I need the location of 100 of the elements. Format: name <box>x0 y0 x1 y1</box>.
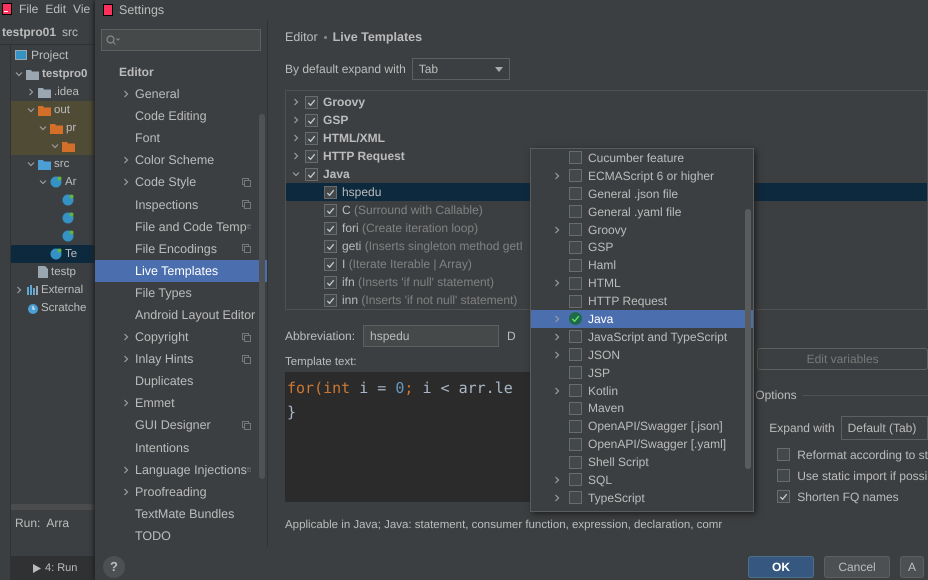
checkbox[interactable] <box>569 240 582 254</box>
context-item[interactable]: General .yaml file <box>588 204 682 219</box>
settings-nav-item[interactable]: Inlay Hints <box>95 348 267 370</box>
tree-item[interactable]: Scratche <box>41 302 86 314</box>
checkbox[interactable] <box>305 168 318 180</box>
checkbox[interactable] <box>569 258 582 272</box>
context-item[interactable]: JSON <box>588 348 620 362</box>
context-item[interactable]: SQL <box>588 472 612 487</box>
checkbox[interactable] <box>569 330 582 344</box>
checkbox[interactable] <box>777 448 790 461</box>
tree-item[interactable]: pr <box>66 122 76 134</box>
chevron-right-icon[interactable] <box>122 355 130 364</box>
tree-item[interactable]: testp <box>51 266 76 278</box>
template-item[interactable]: ifn (Inserts 'if null' statement) <box>342 275 494 289</box>
settings-nav-item[interactable]: Code Editing <box>95 105 267 128</box>
checkbox[interactable] <box>569 438 582 451</box>
tree-item[interactable]: src <box>54 158 70 170</box>
expand-with-dropdown[interactable]: Default (Tab) <box>840 416 928 440</box>
settings-nav-item[interactable]: Color Scheme <box>95 149 267 172</box>
chevron-right-icon[interactable] <box>27 88 35 96</box>
chevron-down-icon[interactable] <box>27 106 35 114</box>
context-item[interactable]: JavaScript and TypeScript <box>588 330 728 344</box>
template-group[interactable]: HTTP Request <box>323 149 405 163</box>
breadcrumb-item[interactable]: src <box>62 25 78 39</box>
app-logo-icon[interactable] <box>2 3 12 15</box>
chevron-right-icon[interactable] <box>122 399 130 408</box>
chevron-right-icon[interactable] <box>553 476 561 484</box>
settings-nav-item[interactable]: TODO <box>95 524 267 547</box>
template-item[interactable]: fori (Create iteration loop) <box>342 221 478 235</box>
template-item[interactable]: hspedu <box>342 185 382 199</box>
context-item[interactable]: General .json file <box>588 186 678 201</box>
template-item[interactable]: C (Surround with Callable) <box>342 203 483 217</box>
checkbox[interactable] <box>569 276 582 290</box>
settings-nav-item[interactable]: Live Templates <box>95 260 267 282</box>
template-group[interactable]: Groovy <box>323 95 366 109</box>
chevron-right-icon[interactable] <box>122 466 130 474</box>
checkbox[interactable] <box>569 294 582 308</box>
settings-nav-item[interactable]: Inspections <box>95 193 267 216</box>
expand-dropdown[interactable]: Tab <box>412 58 510 80</box>
context-item[interactable]: Groovy <box>588 222 627 236</box>
settings-nav-item[interactable]: Copyright <box>95 326 267 348</box>
settings-nav-item[interactable]: General <box>95 83 267 106</box>
chevron-down-icon[interactable] <box>15 70 23 78</box>
abbreviation-field[interactable]: hspedu <box>363 325 500 347</box>
help-button[interactable]: ? <box>103 556 125 578</box>
context-item[interactable]: GSP <box>588 240 614 254</box>
context-item[interactable]: OpenAPI/Swagger [.json] <box>588 419 723 434</box>
settings-nav-item[interactable]: Code Style <box>95 171 267 194</box>
settings-nav-item[interactable]: Android Layout Editor <box>95 304 267 326</box>
checkbox[interactable] <box>569 187 582 200</box>
checkbox[interactable] <box>569 420 582 433</box>
chevron-right-icon[interactable] <box>553 279 561 288</box>
settings-nav-item[interactable]: Proofreading <box>95 480 267 503</box>
breadcrumb-item[interactable]: Editor <box>285 30 318 44</box>
tree-item[interactable]: External <box>41 284 84 296</box>
settings-nav-item[interactable]: Emmet <box>95 392 267 414</box>
settings-nav-item[interactable]: TextMate Bundles <box>95 502 267 525</box>
menu-item[interactable]: Vie <box>73 2 90 16</box>
settings-nav-item[interactable]: GUI Designer <box>95 414 267 436</box>
dialog-button[interactable]: OK <box>748 556 814 578</box>
project-dropdown[interactable]: Project <box>31 48 68 62</box>
settings-nav-item[interactable]: Intentions <box>95 436 267 459</box>
context-item[interactable]: TypeScript <box>588 490 645 505</box>
option-label[interactable]: Shorten FQ names <box>797 490 899 504</box>
chevron-right-icon[interactable] <box>553 494 561 502</box>
settings-nav-item[interactable]: Duplicates <box>95 370 267 392</box>
search-field[interactable] <box>101 29 261 51</box>
context-item[interactable]: Kotlin <box>588 384 618 398</box>
template-item[interactable]: inn (Inserts 'if not null' statement) <box>342 293 518 307</box>
chevron-right-icon[interactable] <box>553 172 561 180</box>
menu-item[interactable]: File <box>19 2 38 16</box>
option-label[interactable]: Use static import if possi <box>797 468 928 482</box>
chevron-right-icon[interactable] <box>292 152 300 160</box>
checkbox[interactable] <box>324 186 337 198</box>
chevron-right-icon[interactable] <box>122 90 130 98</box>
chevron-right-icon[interactable] <box>553 386 561 395</box>
template-group[interactable]: HTML/XML <box>323 131 385 145</box>
checkbox[interactable] <box>305 114 318 126</box>
checkbox[interactable] <box>324 204 337 216</box>
run-tab[interactable]: Arra <box>46 516 70 530</box>
settings-nav-item[interactable]: Font <box>95 127 267 150</box>
checkbox[interactable] <box>324 276 337 288</box>
context-item[interactable]: Java <box>588 312 614 326</box>
chevron-right-icon[interactable] <box>292 98 300 106</box>
template-item[interactable]: I (Iterate Iterable | Array) <box>342 257 472 271</box>
context-item[interactable]: Maven <box>588 401 624 416</box>
checkbox[interactable] <box>569 366 582 380</box>
template-group[interactable]: GSP <box>323 113 348 127</box>
checkbox[interactable] <box>305 96 318 108</box>
checkbox[interactable] <box>569 456 582 469</box>
context-item[interactable]: HTTP Request <box>588 294 668 308</box>
chevron-down-icon[interactable] <box>27 160 35 168</box>
chevron-right-icon[interactable] <box>292 116 300 124</box>
chevron-down-icon[interactable] <box>39 178 47 186</box>
chevron-right-icon[interactable] <box>122 488 130 496</box>
context-item[interactable]: HTML <box>588 276 621 290</box>
checkbox[interactable] <box>305 132 318 144</box>
chevron-down-icon[interactable] <box>39 124 47 132</box>
checkbox[interactable] <box>569 348 582 362</box>
settings-nav-item[interactable]: Language Injections <box>95 458 267 481</box>
